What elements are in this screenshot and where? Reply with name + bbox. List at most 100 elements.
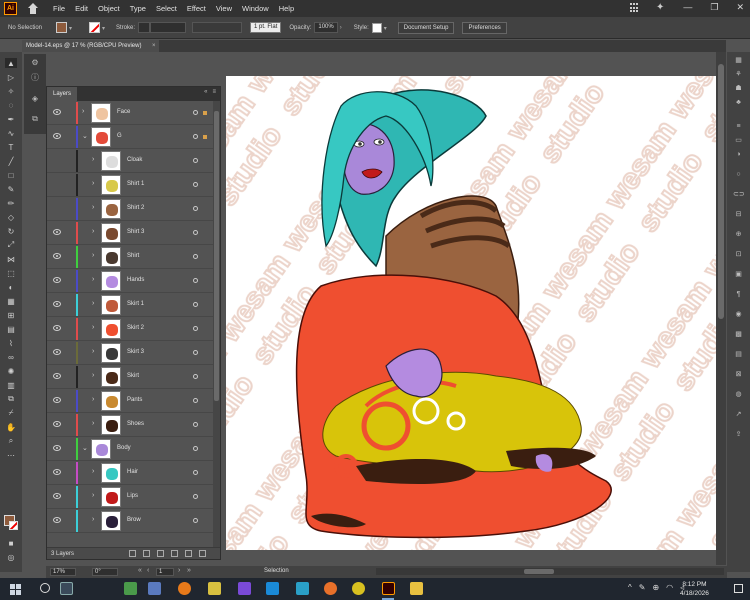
- layer-row[interactable]: ⌄ Body: [47, 437, 213, 461]
- graphic-styles-icon[interactable]: ▤: [733, 350, 744, 359]
- chevron-right-icon[interactable]: ›: [92, 156, 94, 163]
- align-icon[interactable]: ⊟: [733, 210, 744, 219]
- layer-row[interactable]: › Skirt 1: [47, 293, 213, 317]
- visibility-eye-icon[interactable]: [53, 229, 61, 235]
- layer-name[interactable]: Skirt 3: [127, 349, 144, 355]
- layer-name[interactable]: Skirt 2: [127, 325, 144, 331]
- visibility-eye-icon[interactable]: [53, 253, 61, 259]
- navigator-icon[interactable]: ⊠: [733, 370, 744, 379]
- layer-target-icon[interactable]: [193, 326, 198, 331]
- layer-name[interactable]: Shoes: [127, 421, 144, 427]
- layer-row[interactable]: › Brow: [47, 509, 213, 533]
- fill-swatch[interactable]: [56, 22, 67, 33]
- layer-target-icon[interactable]: [193, 470, 198, 475]
- create-sublayer-icon[interactable]: [171, 550, 178, 557]
- preferences-button[interactable]: Preferences: [462, 21, 507, 34]
- visibility-eye-icon[interactable]: [53, 109, 61, 115]
- firefox-icon[interactable]: [324, 582, 337, 595]
- links-icon[interactable]: ⊂⊃: [733, 190, 745, 199]
- character-icon[interactable]: ▣: [733, 270, 744, 279]
- chevron-right-icon[interactable]: ›: [92, 324, 94, 331]
- free-transform-tool-icon[interactable]: ⬚: [5, 268, 17, 278]
- app-icon-6[interactable]: [296, 582, 309, 595]
- notifications-icon[interactable]: [734, 584, 743, 593]
- artboard-nav-next[interactable]: ›: [178, 567, 180, 574]
- discover-icon[interactable]: ✦: [656, 2, 664, 13]
- layer-row[interactable]: › Shirt 1: [47, 173, 213, 197]
- selection-tool-icon[interactable]: ▲: [5, 58, 17, 68]
- stroke-dropdown-icon[interactable]: ▾: [102, 25, 108, 32]
- app-icon-2[interactable]: [148, 582, 161, 595]
- artboard[interactable]: wesam studio: [226, 76, 718, 550]
- stroke-weight-input[interactable]: [150, 22, 187, 33]
- libraries-icon[interactable]: ▦: [733, 56, 744, 65]
- opacity-dropdown-icon[interactable]: ›: [340, 25, 346, 31]
- variable-width-profile[interactable]: [192, 22, 243, 33]
- chevron-right-icon[interactable]: ›: [92, 492, 94, 499]
- chevron-right-icon[interactable]: ›: [92, 300, 94, 307]
- more-tools-icon[interactable]: ⋯: [5, 450, 17, 460]
- system-clock[interactable]: 8:12 PM 4/18/2026: [680, 580, 709, 598]
- export-icon[interactable]: ↗: [733, 410, 744, 419]
- app-icon-1[interactable]: [124, 582, 137, 595]
- mesh-tool-icon[interactable]: ⊞: [5, 310, 17, 320]
- layer-name[interactable]: Face: [117, 109, 130, 115]
- layer-name[interactable]: Hair: [127, 469, 138, 475]
- pathfinder-icon[interactable]: ⊕: [733, 230, 744, 239]
- swatches-icon[interactable]: ⚘: [733, 70, 744, 79]
- chevron-right-icon[interactable]: ›: [92, 276, 94, 283]
- layer-target-icon[interactable]: [193, 110, 198, 115]
- layer-row[interactable]: › Face: [47, 101, 213, 125]
- transparency-icon[interactable]: ◑: [733, 150, 744, 159]
- image-trace-icon[interactable]: ◍: [733, 390, 744, 399]
- stroke-label[interactable]: Stroke:: [116, 25, 135, 31]
- chevron-right-icon[interactable]: ›: [92, 516, 94, 523]
- visibility-eye-icon[interactable]: [53, 445, 61, 451]
- tray-app-icon[interactable]: ✎: [639, 583, 646, 592]
- layer-row[interactable]: › Shirt: [47, 245, 213, 269]
- visibility-eye-icon[interactable]: [53, 277, 61, 283]
- document-tab[interactable]: Model-14.eps @ 17 % (RGB/CPU Preview) ×: [22, 40, 160, 52]
- menu-file[interactable]: File: [53, 4, 65, 13]
- layer-name[interactable]: Skirt: [127, 373, 139, 379]
- chevron-right-icon[interactable]: ›: [92, 204, 94, 211]
- chevron-right-icon[interactable]: ›: [92, 252, 94, 259]
- illustrator-taskbar-icon[interactable]: [382, 582, 395, 595]
- make-clipping-mask-icon[interactable]: [157, 550, 164, 557]
- pencil-tool-icon[interactable]: ✏: [5, 198, 17, 208]
- lasso-tool-icon[interactable]: ◌: [5, 100, 17, 110]
- restore-button[interactable]: ❐: [710, 2, 718, 13]
- layer-row[interactable]: › Hair: [47, 461, 213, 485]
- layer-name[interactable]: Skirt 1: [127, 301, 144, 307]
- visibility-eye-icon[interactable]: [53, 469, 61, 475]
- transform-icon[interactable]: ⊡: [733, 250, 744, 259]
- gradient-tool-icon[interactable]: ▤: [5, 324, 17, 334]
- layer-row[interactable]: ⌄ G: [47, 125, 213, 149]
- chevron-down-icon[interactable]: ⌄: [82, 444, 88, 452]
- chevron-right-icon[interactable]: ›: [92, 420, 94, 427]
- layer-target-icon[interactable]: [193, 254, 198, 259]
- chevron-right-icon[interactable]: ›: [92, 372, 94, 379]
- menu-type[interactable]: Type: [130, 4, 146, 13]
- artboard-nav-first[interactable]: «: [138, 567, 142, 574]
- stroke-panel-icon[interactable]: ≡: [733, 122, 744, 131]
- create-layer-icon[interactable]: [185, 550, 192, 557]
- info-panel-icon[interactable]: ⓘ: [29, 72, 41, 82]
- layer-target-icon[interactable]: [193, 350, 198, 355]
- artboard-number-select[interactable]: 1: [156, 568, 174, 576]
- symbols-icon[interactable]: ♣: [733, 98, 744, 107]
- paragraph-icon[interactable]: ¶: [733, 290, 744, 299]
- style-dropdown-icon[interactable]: ▾: [384, 25, 390, 32]
- layers-scroll-thumb[interactable]: [214, 111, 219, 401]
- selection-indicator[interactable]: [203, 135, 207, 139]
- artboard-nav-prev[interactable]: ‹: [147, 567, 149, 574]
- column-graph-tool-icon[interactable]: ▥: [5, 380, 17, 390]
- layer-name[interactable]: Shirt 1: [127, 181, 144, 187]
- layer-name[interactable]: Pants: [127, 397, 142, 403]
- color-mode-icon[interactable]: ■: [5, 538, 17, 548]
- stroke-color-box[interactable]: [9, 521, 18, 530]
- layer-target-icon[interactable]: [193, 206, 198, 211]
- layer-row[interactable]: › Shoes: [47, 413, 213, 437]
- eyedropper-tool-icon[interactable]: ⌇: [5, 338, 17, 348]
- vertical-scrollbar[interactable]: [716, 52, 726, 565]
